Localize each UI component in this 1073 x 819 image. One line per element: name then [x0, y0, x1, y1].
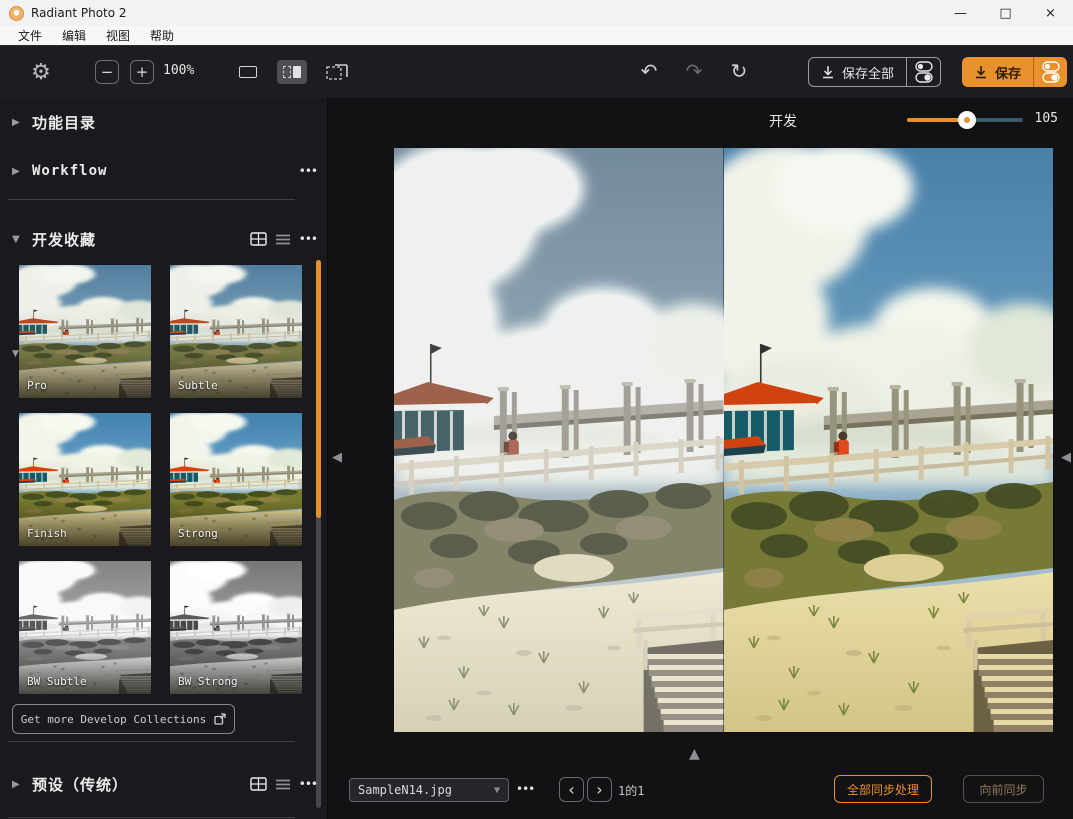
chevron-right-icon: ▶: [12, 166, 32, 177]
divider: [8, 199, 295, 200]
save-all-button-group: 保存全部: [808, 57, 941, 87]
single-view-icon: [239, 66, 257, 78]
preset-thumbnail-pro[interactable]: Pro: [19, 265, 151, 398]
divider: [8, 817, 295, 818]
workflow-label: Workflow: [32, 163, 107, 179]
minimize-button[interactable]: —: [938, 0, 983, 26]
next-image-button[interactable]: ›: [587, 777, 612, 802]
main-canvas: 开发 105 ◀ ◀ ▲ SampleN14.jpg ▼ ••• ‹ › 1的1…: [327, 98, 1073, 819]
before-image[interactable]: [394, 148, 724, 732]
redo-icon[interactable]: ↷: [681, 58, 707, 84]
scrollbar-thumb[interactable]: [316, 260, 321, 518]
filename-dropdown[interactable]: SampleN14.jpg ▼: [349, 778, 509, 802]
download-icon: [974, 65, 988, 79]
menu-file[interactable]: 文件: [8, 27, 52, 44]
expand-right-panel-icon[interactable]: ◀: [1061, 450, 1071, 465]
workflow-menu-icon[interactable]: •••: [299, 164, 317, 178]
chevron-right-icon: ▶: [12, 117, 32, 128]
settings-gear-icon[interactable]: ⚙: [26, 57, 56, 87]
maximize-button[interactable]: □: [983, 0, 1028, 26]
menu-help[interactable]: 帮助: [140, 27, 184, 44]
save-all-button[interactable]: 保存全部: [809, 58, 906, 86]
preset-label: Strong: [178, 527, 218, 540]
zoom-out-button[interactable]: −: [95, 60, 119, 84]
grid-view-icon[interactable]: [250, 777, 267, 791]
zoom-level: 100%: [163, 63, 194, 78]
collections-menu-icon[interactable]: •••: [299, 232, 317, 246]
sync-all-button[interactable]: 全部同步处理: [834, 775, 932, 803]
section-presets-legacy[interactable]: ▶ 预设（传统） •••: [0, 770, 327, 798]
sidebar-scrollbar[interactable]: [316, 260, 321, 808]
left-sidebar: ▶ 功能目录 ▶ Workflow ••• ▼ 开发收藏 •••: [0, 98, 327, 819]
chevron-down-icon: ▼: [12, 234, 32, 245]
section-workflow[interactable]: ▶ Workflow •••: [0, 157, 327, 185]
presets-legacy-label: 预设（传统）: [32, 774, 128, 795]
save-button[interactable]: 保存: [962, 57, 1033, 87]
window-title: Radiant Photo 2: [31, 6, 127, 20]
preset-label: Finish: [27, 527, 67, 540]
toolbar: ⚙ − + 100% ↶ ↷ ↻ 保存全部: [0, 46, 1073, 98]
compare-view-button[interactable]: [322, 60, 352, 84]
slider-thumb[interactable]: [958, 111, 976, 129]
dropdown-arrow-icon: ▼: [494, 785, 500, 796]
collapse-left-panel-icon[interactable]: ◀: [332, 450, 342, 465]
section-develop-collections[interactable]: ▼ 开发收藏 •••: [0, 225, 327, 253]
menu-bar: 文件 编辑 视图 帮助: [0, 26, 1073, 46]
preset-thumbnail-finish[interactable]: Finish: [19, 413, 151, 546]
before-after-view: [394, 148, 1053, 732]
develop-slider[interactable]: [907, 115, 1023, 125]
reset-icon[interactable]: ↻: [726, 58, 752, 84]
save-all-label: 保存全部: [842, 63, 894, 82]
filename-label: SampleN14.jpg: [358, 783, 452, 797]
app-logo-icon: [9, 6, 24, 21]
previous-image-button[interactable]: ‹: [559, 777, 584, 802]
close-button[interactable]: ×: [1028, 0, 1073, 26]
list-view-icon[interactable]: [275, 233, 291, 246]
split-view-icon: [283, 66, 301, 78]
expand-bottom-panel-icon[interactable]: ▲: [689, 746, 700, 762]
preset-thumbnail-subtle[interactable]: Subtle: [170, 265, 302, 398]
list-view-icon[interactable]: [275, 778, 291, 791]
preset-label: BW Subtle: [27, 675, 87, 688]
divider: [8, 741, 295, 742]
menu-edit[interactable]: 编辑: [52, 27, 96, 44]
save-button-group: 保存: [962, 57, 1067, 87]
file-menu-icon[interactable]: •••: [516, 782, 534, 796]
develop-slider-value: 105: [1035, 111, 1058, 126]
menu-view[interactable]: 视图: [96, 27, 140, 44]
preset-thumbnail-bw-subtle[interactable]: BW Subtle: [19, 561, 151, 694]
zoom-in-button[interactable]: +: [130, 60, 154, 84]
save-label: 保存: [995, 63, 1021, 82]
chevron-right-icon: ▶: [12, 779, 32, 790]
presets-menu-icon[interactable]: •••: [299, 777, 317, 791]
save-options-toggle[interactable]: [1034, 57, 1067, 87]
feature-catalog-label: 功能目录: [32, 112, 96, 133]
toggle-switches-icon: [1042, 61, 1060, 83]
preset-thumbnail-bw-strong[interactable]: BW Strong: [170, 561, 302, 694]
preset-label: Subtle: [178, 379, 218, 392]
toggle-switches-icon: [915, 61, 933, 83]
preset-label: BW Strong: [178, 675, 238, 688]
external-link-icon: [214, 713, 226, 725]
develop-slider-label: 开发: [769, 111, 797, 131]
single-view-button[interactable]: [233, 60, 263, 84]
title-bar: Radiant Photo 2 — □ ×: [0, 0, 1073, 26]
save-all-options-toggle[interactable]: [907, 58, 940, 86]
preset-label: Pro: [27, 379, 47, 392]
preset-thumbnail-strong[interactable]: Strong: [170, 413, 302, 546]
download-icon: [821, 65, 835, 79]
get-more-collections-button[interactable]: Get more Develop Collections: [12, 704, 235, 734]
grid-view-icon[interactable]: [250, 232, 267, 246]
compare-view-icon: [326, 64, 348, 80]
section-feature-catalog[interactable]: ▶ 功能目录: [0, 108, 327, 136]
undo-icon[interactable]: ↶: [636, 58, 662, 84]
get-more-label: Get more Develop Collections: [21, 713, 206, 726]
split-view-button[interactable]: [277, 60, 307, 84]
after-image[interactable]: [724, 148, 1054, 732]
sync-forward-button[interactable]: 向前同步: [963, 775, 1044, 803]
develop-collections-label: 开发收藏: [32, 229, 96, 250]
image-pager: 1的1: [618, 782, 644, 799]
